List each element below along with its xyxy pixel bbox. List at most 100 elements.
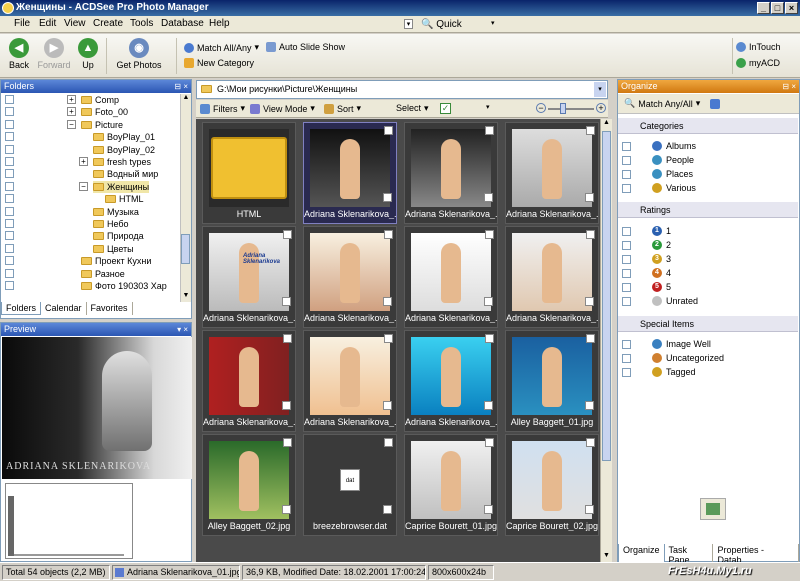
thumbnail[interactable]: Adriana Sklenarikova_... [303,122,397,224]
special-item-checkbox[interactable] [622,340,631,349]
back-button[interactable]: ◀ Back [5,38,33,70]
thumbnail[interactable]: HTML [202,122,296,224]
rating-checkbox[interactable] [622,255,631,264]
thumbnail-checkbox[interactable] [282,297,291,306]
menu-tools[interactable]: Tools [130,18,153,29]
thumbnail-checkbox[interactable] [282,401,291,410]
thumbnail[interactable]: Adriana Sklenarikova_... [303,330,397,432]
zoom-in-icon[interactable]: + [596,103,606,113]
categories-header[interactable]: Categories [618,118,798,134]
folder-checkbox[interactable] [5,219,14,228]
checkbox-mode-icon[interactable]: ✓ [440,103,451,114]
tab-folders[interactable]: Folders [1,302,42,315]
ratings-header[interactable]: Ratings [618,202,798,218]
special-item-checkbox[interactable] [622,354,631,363]
rating-checkbox[interactable] [622,241,631,250]
image-well[interactable] [700,498,726,520]
menu-edit[interactable]: Edit [39,18,56,29]
folder-checkbox[interactable] [5,206,14,216]
zoom-out-icon[interactable]: − [536,103,546,113]
menu-file[interactable]: File [14,18,30,29]
folder-checkbox[interactable] [5,144,14,154]
menu-create[interactable]: Create [93,18,123,29]
thumbnail[interactable]: Alley Baggett_01.jpg [505,330,599,432]
rating-checkbox[interactable] [622,269,631,278]
path-bar[interactable]: G:\Мои рисунки\Picture\Женщины ▾ [196,80,608,99]
folder-checkbox[interactable] [5,194,14,204]
thumbnail-checkbox[interactable] [282,505,291,514]
maximize-button[interactable]: □ [771,2,784,14]
auto-slide-show-button[interactable]: Auto Slide Show [266,42,345,52]
folder-checkbox[interactable] [5,231,14,241]
special-item-checkbox[interactable] [622,368,631,377]
thumbnail-checkbox[interactable] [484,297,493,306]
thumbnail[interactable]: Adriana Sklenarikova_... [505,226,599,328]
category-checkbox[interactable] [622,156,631,165]
thumbnail[interactable]: Adriana Sklenarikova_... [202,330,296,432]
folder-scrollbar[interactable]: ▲ ▼ [180,94,191,302]
filters-button[interactable]: Filters ▾ [200,103,245,114]
thumbnail[interactable]: Adriana Sklenarikova_... [404,226,498,328]
menu-view[interactable]: View [64,18,86,29]
view-mode-button[interactable]: View Mode ▾ [250,103,315,114]
folder-checkbox[interactable] [5,268,14,278]
folder-checkbox[interactable] [5,281,14,290]
organize-options-icon[interactable] [710,99,720,109]
new-category-button[interactable]: New Category [184,58,254,68]
myacd-button[interactable]: myACD [736,58,780,68]
minimize-button[interactable]: _ [757,2,770,14]
thumbnail-checkbox[interactable] [484,401,493,410]
preview-panel-controls[interactable]: ▾ × [177,323,188,336]
folder-checkbox[interactable] [5,181,14,191]
quick-search[interactable]: 🔍 Quick Search [405,17,495,45]
thumbnail[interactable]: Adriana Sklenarikova_... [303,226,397,328]
thumbnail[interactable]: dat breezebrowser.dat [303,434,397,536]
up-button[interactable]: ▲ Up [76,38,100,70]
folder-checkbox[interactable] [5,132,14,142]
folder-checkbox[interactable] [5,95,14,104]
folder-checkbox[interactable] [5,107,14,117]
forward-button[interactable]: ▶ Forward [36,38,72,70]
get-photos-button[interactable]: ◉ Get Photos [112,38,166,70]
thumbnail[interactable]: Adriana Sklenarikova Adriana Sklenarikova… [202,226,296,328]
rating-checkbox[interactable] [622,227,631,236]
path-dropdown-button[interactable]: ▾ [594,82,606,97]
expand-toggle-icon[interactable]: + [67,107,76,117]
match-all-any-button[interactable]: Match All/Any ▾ [184,42,259,53]
folder-checkbox[interactable] [5,119,14,129]
thumbnail-checkbox[interactable] [484,505,493,514]
expand-toggle-icon[interactable]: + [67,95,76,104]
select-button[interactable]: Select ▾ [396,103,429,114]
special-items-header[interactable]: Special Items [618,316,798,332]
thumbnail[interactable]: Adriana Sklenarikova_... [404,122,498,224]
expand-toggle-icon[interactable]: − [67,119,76,129]
panel-controls[interactable]: ⊟ × [174,80,188,93]
thumbnail-checkbox[interactable] [585,193,594,202]
rating-checkbox[interactable] [622,297,631,306]
sort-button[interactable]: Sort ▾ [324,103,361,114]
thumbnail[interactable]: Adriana Sklenarikova_... [505,122,599,224]
thumbnail-checkbox[interactable] [585,297,594,306]
thumbnail-checkbox[interactable] [585,401,594,410]
thumbnail-checkbox[interactable] [383,505,392,514]
folder-checkbox[interactable] [5,256,14,266]
thumbnail[interactable]: Caprice Bourett_01.jpg [404,434,498,536]
folder-checkbox[interactable] [5,157,14,166]
match-any-all-button[interactable]: 🔍 Match Any/All ▾ [624,98,700,109]
thumbnail[interactable]: Adriana Sklenarikova_... [404,330,498,432]
tab-favorites[interactable]: Favorites [87,302,133,315]
thumbnail-checkbox[interactable] [585,505,594,514]
thumbnail-checkbox[interactable] [383,193,392,202]
thumbnail-checkbox[interactable] [484,193,493,202]
tab-calendar[interactable]: Calendar [41,302,87,315]
more-arrow-icon[interactable]: ▾ [486,103,490,111]
category-checkbox[interactable] [622,142,631,151]
grid-scrollbar[interactable]: ▲ ▼ [600,119,612,562]
organize-panel-controls[interactable]: ⊟ × [782,80,796,93]
zoom-slider[interactable] [548,108,594,110]
app-icon[interactable] [2,2,14,14]
menu-database[interactable]: Database [161,18,204,29]
expand-toggle-icon[interactable]: − [79,181,88,191]
category-checkbox[interactable] [622,184,631,193]
thumbnail-checkbox[interactable] [383,401,392,410]
